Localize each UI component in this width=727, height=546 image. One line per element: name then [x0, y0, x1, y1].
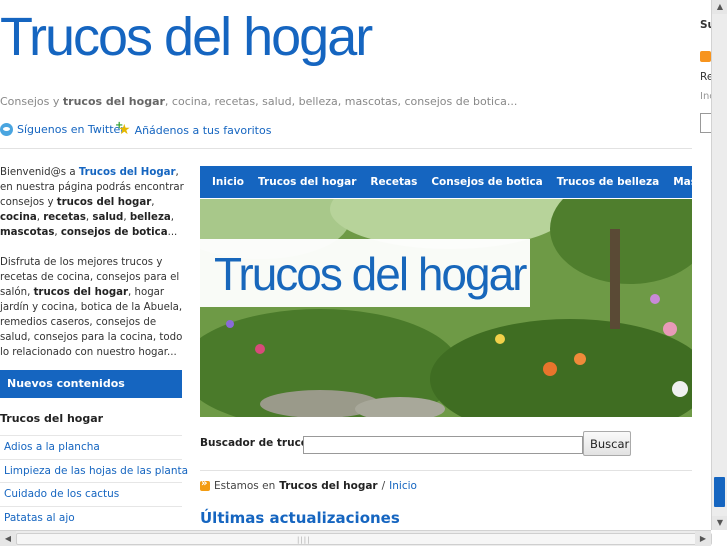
site-tagline: Consejos y trucos del hogar, cocina, rec… — [0, 95, 517, 108]
breadcrumb-current: Trucos del hogar — [279, 480, 378, 492]
favorites-link-label: Añádenos a tus favoritos — [134, 123, 272, 137]
scroll-down-arrow-icon[interactable]: ▼ — [712, 516, 727, 530]
twitter-link[interactable]: Síguenos en Twitter — [0, 123, 125, 136]
site-title[interactable]: Trucos del hogar — [0, 10, 373, 64]
horizontal-scroll-thumb[interactable]: |||| — [16, 533, 712, 545]
rss-feed-icon[interactable] — [700, 51, 711, 62]
intro-text-fragment: Bienvenid@s a — [0, 167, 79, 178]
search-button[interactable]: Buscar — [583, 431, 631, 456]
breadcrumb-arrow-icon — [200, 478, 210, 491]
sidebar-article-link[interactable]: Cuidado de los cactus — [0, 482, 182, 506]
intro-site-link[interactable]: Trucos del Hogar — [79, 167, 176, 178]
scroll-up-arrow-icon[interactable]: ▲ — [712, 0, 727, 14]
breadcrumb-home-link[interactable]: Inicio — [389, 480, 417, 492]
intro-text: Bienvenid@s a Trucos del Hogar, en nuest… — [0, 165, 185, 375]
banner-title: Trucos del hogar — [214, 248, 527, 300]
header-divider — [0, 148, 692, 149]
intro-keyword: recetas — [43, 212, 86, 223]
new-content-header: Nuevos contenidos — [0, 370, 182, 398]
banner-title-box: Trucos del hogar — [200, 239, 530, 307]
intro-keyword: salud — [92, 212, 124, 223]
sidebar-article-list: Adios a la plancha Limpieza de las hojas… — [0, 435, 188, 530]
tagline-bold: trucos del hogar — [62, 95, 165, 108]
breadcrumb-separator: / — [381, 480, 386, 492]
nav-item-consejos-de-botica[interactable]: Consejos de botica — [431, 166, 542, 198]
intro-keyword: cocina — [0, 212, 37, 223]
horizontal-scrollbar[interactable]: ◀ |||| ▶ — [0, 530, 712, 546]
nav-item-recetas[interactable]: Recetas — [370, 166, 417, 198]
sidebar-article-link[interactable]: Patatas al ajo — [0, 505, 182, 530]
main-navigation: Inicio Trucos del hogar Recetas Consejos… — [200, 166, 727, 198]
nav-item-trucos-de-belleza[interactable]: Trucos de belleza — [557, 166, 659, 198]
intro-paragraph-2: Disfruta de los mejores trucos y recetas… — [0, 255, 185, 360]
vertical-scroll-thumb[interactable] — [714, 477, 725, 507]
garden-banner-image: Trucos del hogar — [200, 199, 692, 417]
nav-item-trucos-del-hogar[interactable]: Trucos del hogar — [258, 166, 356, 198]
sidebar-section-heading: Trucos del hogar — [0, 412, 104, 425]
intro-keyword: trucos del hogar — [56, 197, 152, 208]
tagline-rest: , cocina, recetas, salud, belleza, masco… — [164, 95, 518, 108]
intro-keyword: trucos del hogar — [33, 287, 129, 298]
search-label: Buscador de trucos — [200, 437, 315, 449]
breadcrumb-prefix: Estamos en — [214, 480, 276, 492]
intro-keyword: belleza — [129, 212, 171, 223]
scroll-right-arrow-icon[interactable]: ▶ — [695, 531, 711, 546]
twitter-icon — [0, 123, 13, 136]
scroll-grip-icon: |||| — [297, 536, 311, 544]
garden-illustration — [200, 199, 692, 417]
section-title: Últimas actualizaciones — [200, 509, 400, 527]
new-content-label: Nuevos contenidos — [7, 377, 125, 390]
breadcrumb: Estamos en Trucos del hogar / Inicio — [200, 478, 417, 492]
intro-keyword: mascotas — [0, 227, 55, 238]
sidebar-article-link[interactable]: Limpieza de las hojas de las planta — [0, 458, 188, 483]
favorites-link[interactable]: ★ + Añádenos a tus favoritos — [115, 120, 272, 138]
intro-keyword: consejos de botica — [60, 227, 168, 238]
tagline-prefix: Consejos y — [0, 95, 63, 108]
vertical-scrollbar[interactable]: ▲ ▼ — [711, 0, 727, 530]
search-input[interactable] — [303, 436, 583, 454]
content-divider — [200, 470, 692, 471]
sidebar-article-link[interactable]: Adios a la plancha — [0, 435, 182, 459]
nav-item-inicio[interactable]: Inicio — [212, 166, 244, 198]
intro-text-fragment: , — [170, 212, 174, 223]
twitter-link-label: Síguenos en Twitter — [17, 123, 125, 136]
scroll-left-arrow-icon[interactable]: ◀ — [0, 531, 16, 546]
intro-text-fragment: ... — [167, 227, 178, 238]
add-favorite-star-icon: ★ + — [115, 120, 131, 138]
intro-paragraph-1: Bienvenid@s a Trucos del Hogar, en nuest… — [0, 165, 185, 240]
intro-text-fragment: , — [151, 197, 155, 208]
